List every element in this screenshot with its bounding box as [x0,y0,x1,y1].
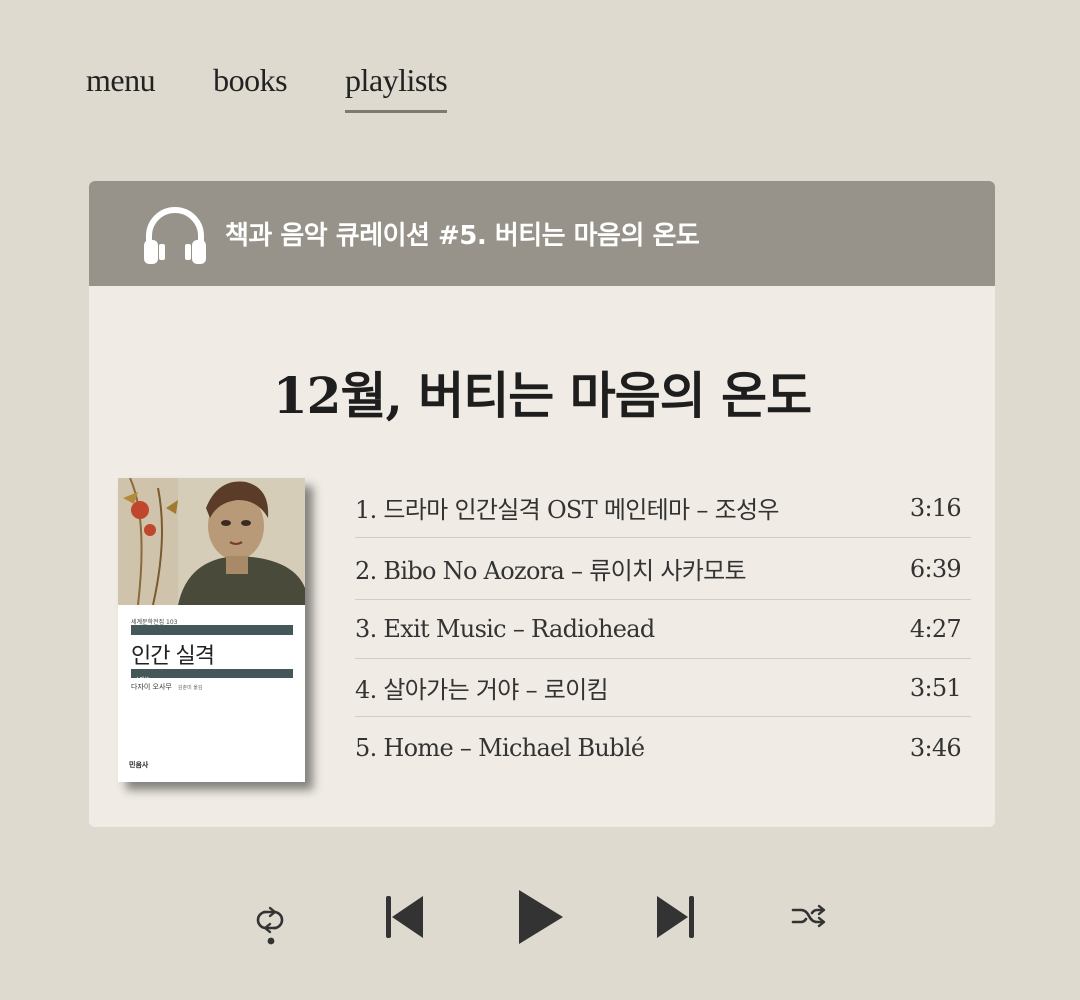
track-item[interactable]: 4. 살아가는 거야 – 로이킴 3:51 [355,659,971,717]
playlist-title: 12월, 버티는 마음의 온도 [272,366,812,425]
track-list: 1. 드라마 인간실격 OST 메인테마 – 조성우 3:16 2. Bibo … [355,478,971,779]
track-label: 4. 살아가는 거야 – 로이킴 [355,676,609,704]
track-duration: 3:46 [909,734,962,762]
book-publisher: 민음사 [129,761,149,769]
track-duration: 3:16 [909,493,962,522]
book-cover-painting [118,478,305,605]
nav-books[interactable]: books [213,62,287,113]
card-header-title: 책과 음악 큐레이션 #5. 버티는 마음의 온도 [225,221,700,251]
play-icon[interactable] [516,888,566,946]
track-label: 3. Exit Music – Radiohead [355,615,655,643]
nav-menu[interactable]: menu [86,62,156,113]
top-nav: menu books playlists [86,62,505,113]
player-controls [0,888,1080,958]
track-duration: 6:39 [909,554,962,583]
track-duration: 4:27 [909,615,962,643]
headphones-icon [144,206,206,264]
skip-previous-icon[interactable] [384,894,426,940]
track-item[interactable]: 1. 드라마 인간실격 OST 메인테마 – 조성우 3:16 [355,478,971,538]
track-item[interactable]: 5. Home – Michael Bublé 3:46 [355,717,971,779]
book-author: 다자이 오사무 김춘미 옮김 [131,682,202,692]
book-band [131,625,293,635]
book-band-2: 스페셜 [131,669,293,683]
track-duration: 3:51 [909,673,962,702]
track-item[interactable]: 3. Exit Music – Radiohead 4:27 [355,600,971,659]
book-author-name: 다자이 오사무 [131,683,172,691]
track-label: 1. 드라마 인간실격 OST 메인테마 – 조성우 [355,496,779,524]
track-label: 2. Bibo No Aozora – 류이치 사카모토 [355,557,747,585]
track-item[interactable]: 2. Bibo No Aozora – 류이치 사카모토 6:39 [355,538,971,600]
repeat-icon[interactable] [250,902,290,946]
book-cover[interactable]: 세계문학전집 103 인간 실격 스페셜 다자이 오사무 김춘미 옮김 민음사 [118,478,305,782]
card-header: 책과 음악 큐레이션 #5. 버티는 마음의 온도 [89,181,995,286]
playlist-card: 책과 음악 큐레이션 #5. 버티는 마음의 온도 12월, 버티는 마음의 온… [89,181,995,827]
shuffle-icon[interactable] [790,902,828,932]
book-title: 인간 실격 [131,644,215,669]
nav-playlists[interactable]: playlists [345,62,448,113]
skip-next-icon[interactable] [654,894,696,940]
book-translator: 김춘미 옮김 [177,685,203,691]
track-label: 5. Home – Michael Bublé [355,734,645,762]
